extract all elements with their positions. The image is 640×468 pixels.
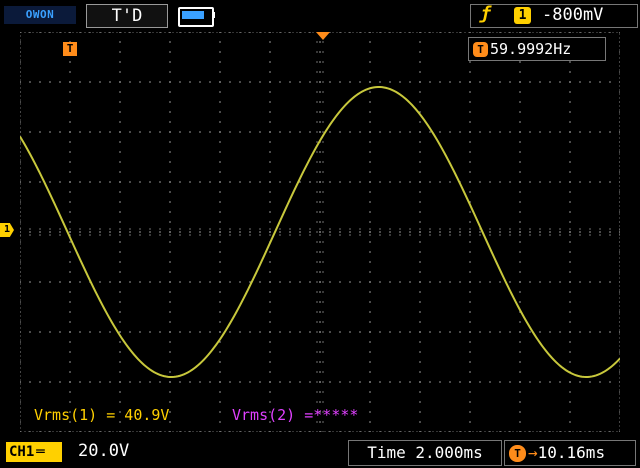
- measurement-vrms2: Vrms(2) =*****: [232, 406, 359, 424]
- trigger-badge: T: [473, 42, 488, 57]
- trigger-delay-value: 10.16ms: [537, 443, 606, 462]
- measurement-vrms1: Vrms(1) = 40.9V: [34, 406, 170, 424]
- battery-icon: [178, 7, 214, 27]
- ch1-ground-marker[interactable]: 1: [0, 223, 14, 237]
- ch1-channel-label[interactable]: CH1 ═: [6, 442, 62, 462]
- right-arrow-icon: →: [528, 443, 538, 462]
- graticule: [20, 32, 620, 432]
- trigger-status: T'D: [86, 4, 168, 28]
- frequency-value: 59.9992Hz: [490, 40, 572, 58]
- oscilloscope-display: OWON T'D ƒ 1 -800mV T 1 T 59.9992Hz Vrms(…: [0, 0, 640, 468]
- waveform-screen[interactable]: [20, 32, 620, 432]
- trigger-delay-readout[interactable]: T →10.16ms: [504, 440, 636, 466]
- dc-coupling-icon: ═: [36, 444, 45, 460]
- timebase-readout[interactable]: Time 2.000ms: [348, 440, 502, 466]
- trigger-channel-badge: 1: [514, 7, 531, 24]
- brand-logo: OWON: [4, 6, 76, 24]
- frequency-readout: T 59.9992Hz: [468, 37, 606, 61]
- battery-level-fill: [182, 11, 205, 19]
- trigger-time-marker[interactable]: T: [63, 42, 77, 56]
- ch1-volts-per-div[interactable]: 20.0V: [78, 441, 129, 461]
- trigger-level: -800mV: [542, 5, 604, 25]
- trigger-position-marker[interactable]: [316, 32, 330, 42]
- delay-badge: T: [509, 445, 526, 462]
- top-status-bar: OWON T'D ƒ 1 -800mV: [0, 0, 640, 30]
- ch1-name: CH1: [9, 444, 35, 460]
- battery-tip: [212, 12, 215, 18]
- rising-edge-icon: ƒ: [480, 3, 491, 24]
